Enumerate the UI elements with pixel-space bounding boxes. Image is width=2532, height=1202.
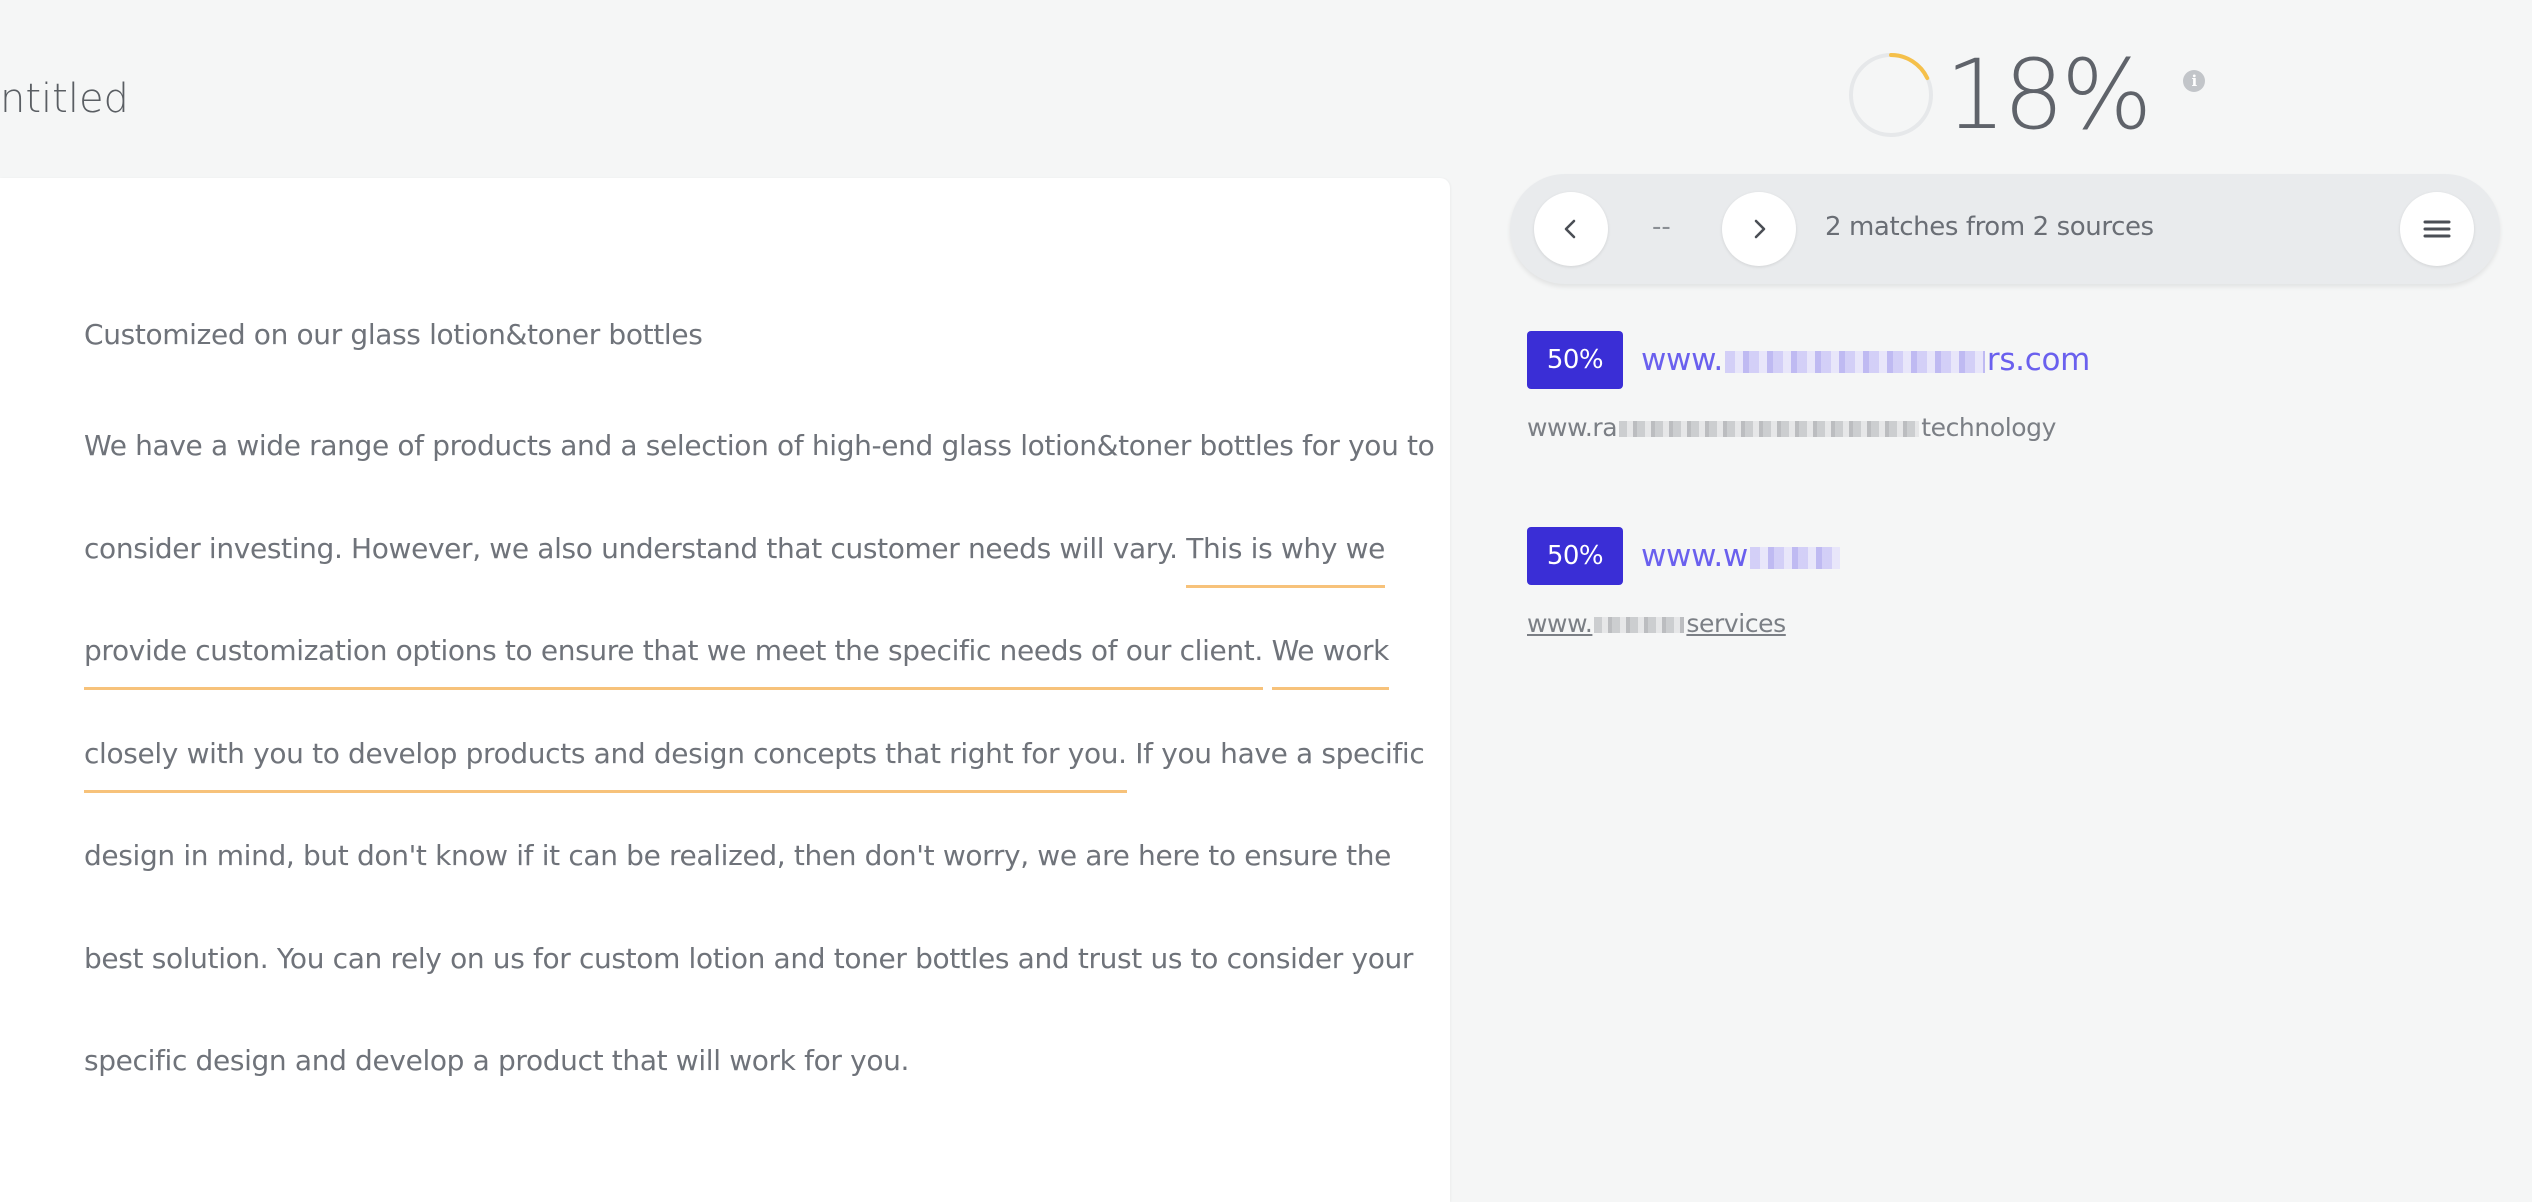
source-domain-link[interactable]: www.w <box>1641 538 1842 574</box>
document-line: best solution. You can rely on us for cu… <box>84 908 1413 1011</box>
source-domain-prefix: www. <box>1641 342 1723 378</box>
document-line: closely with you to develop products and… <box>84 703 1425 806</box>
source-url[interactable]: www. services <box>1527 609 1842 638</box>
match-percent-badge: 50% <box>1527 331 1623 389</box>
match-percent-badge: 50% <box>1527 527 1623 585</box>
document-body: We have a wide range of products and a s… <box>84 395 1435 1113</box>
document-title[interactable]: ntitled <box>0 76 129 122</box>
document-text: specific design and develop a product th… <box>84 1044 910 1077</box>
previous-match-button[interactable] <box>1534 192 1608 266</box>
info-icon[interactable]: i <box>2183 70 2206 92</box>
match-position: -- <box>1652 212 1671 242</box>
document-line: provide customization options to ensure … <box>84 600 1389 703</box>
source-domain-prefix: www.w <box>1641 538 1748 574</box>
matched-text-highlight[interactable]: We work <box>1271 634 1389 690</box>
document-heading: Customized on our glass lotion&toner bot… <box>84 318 703 351</box>
source-url-prefix: www. <box>1527 609 1593 638</box>
document-text <box>1263 634 1272 667</box>
source-url-suffix: technology <box>1921 413 2057 442</box>
document-line: specific design and develop a product th… <box>84 1010 1384 1113</box>
source-domain-link[interactable]: www. rs.com <box>1641 342 2090 378</box>
next-match-button[interactable] <box>1722 192 1796 266</box>
match-navigator: -- 2 matches from 2 sources <box>1510 174 2500 284</box>
document-text: If you have a specific <box>1126 736 1425 770</box>
source-url-prefix: www.ra <box>1527 413 1618 442</box>
redacted-text <box>1594 617 1685 633</box>
document-line: consider investing. However, we also und… <box>84 498 1385 601</box>
score-progress-ring <box>1849 53 1933 137</box>
matched-text-highlight[interactable]: provide customization options to ensure … <box>84 634 1263 690</box>
document-text: We have a wide range of products and a s… <box>84 429 1435 462</box>
redacted-text <box>1619 421 1920 437</box>
hamburger-menu-icon <box>2423 220 2451 238</box>
matched-text-highlight[interactable]: closely with you to develop products and… <box>84 736 1127 793</box>
matched-text-highlight[interactable]: This is why we <box>1186 531 1385 588</box>
document-line: design in mind, but don't know if it can… <box>84 805 1391 908</box>
source-url-suffix: services <box>1686 609 1786 638</box>
document-text: consider investing. However, we also und… <box>84 531 1187 565</box>
plagiarism-checker-page: ntitled Customized on our glass lotion&t… <box>0 0 2532 1202</box>
similarity-score: 18% i <box>1845 39 2206 151</box>
source-item[interactable]: 50% www.w www. services <box>1527 527 1842 638</box>
source-url[interactable]: www.ra technology <box>1527 413 2090 442</box>
redacted-text <box>1724 350 1985 373</box>
document-text: best solution. You can rely on us for cu… <box>84 941 1414 975</box>
chevron-right-icon <box>1754 219 1766 239</box>
redacted-text <box>1749 546 1840 569</box>
menu-button[interactable] <box>2400 192 2474 266</box>
document-text: design in mind, but don't know if it can… <box>84 839 1392 872</box>
match-summary: 2 matches from 2 sources <box>1825 212 2154 242</box>
source-item[interactable]: 50% www. rs.com www.ra technology <box>1527 331 2090 442</box>
score-value: 18% <box>1945 39 2152 151</box>
source-domain-suffix: rs.com <box>1986 342 2091 378</box>
document-line: We have a wide range of products and a s… <box>84 395 1435 498</box>
chevron-left-icon <box>1564 219 1576 239</box>
